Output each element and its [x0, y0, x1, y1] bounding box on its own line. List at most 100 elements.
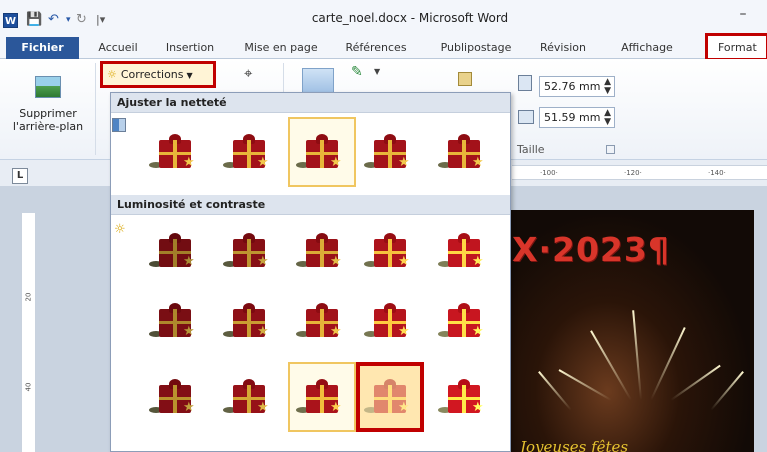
brightness-contrast-option[interactable]: ★	[288, 362, 356, 432]
brightness-contrast-option[interactable]: ★	[356, 286, 424, 356]
brightness-contrast-option[interactable]: ★	[215, 362, 283, 432]
remove-background-button[interactable]: Supprimer l'arrière-plan	[4, 107, 92, 133]
undo-dropdown-icon[interactable]: ▾	[66, 12, 71, 28]
brightness-contrast-option[interactable]: ★	[356, 362, 424, 432]
window-title: carte_noel.docx - Microsoft Word	[311, 11, 509, 25]
firework-spark	[670, 364, 721, 401]
brightness-contrast-option[interactable]: ★	[141, 286, 209, 356]
compress-icon[interactable]: ⌖	[244, 64, 252, 82]
remove-background-icon[interactable]	[35, 76, 61, 98]
arrange-icon[interactable]	[458, 72, 472, 86]
tab-selector[interactable]: L	[12, 168, 28, 184]
gift-thumbnail-icon: ★	[438, 132, 490, 172]
ruler-label: ·100·	[540, 169, 558, 177]
corrections-button[interactable]: ☼ Corrections ▼	[104, 65, 193, 84]
minimize-button[interactable]: –	[731, 6, 755, 22]
spinner-icon[interactable]: ▲ ▼	[604, 109, 611, 127]
corrections-label: Corrections	[120, 68, 184, 81]
gift-thumbnail-icon: ★	[364, 301, 416, 341]
ruler-label: ·120·	[624, 169, 642, 177]
gift-thumbnail-icon: ★	[149, 377, 201, 417]
sun-icon: ☼	[114, 222, 126, 237]
sharpness-option[interactable]: ★	[430, 117, 498, 187]
redo-icon[interactable]: ↻	[76, 12, 87, 28]
brightness-contrast-option[interactable]: ★	[215, 286, 283, 356]
brightness-contrast-option[interactable]: ★	[215, 216, 283, 286]
picture-border-icon[interactable]: ✎	[351, 64, 363, 80]
undo-icon[interactable]: ↶	[48, 12, 59, 28]
tab-affichage[interactable]: Affichage	[612, 38, 682, 58]
brightness-contrast-option[interactable]: ★	[430, 216, 498, 286]
gift-thumbnail-icon: ★	[296, 231, 348, 271]
tab-mise-en-page[interactable]: Mise en page	[238, 38, 324, 58]
sharpness-option[interactable]: ★	[141, 117, 209, 187]
brightness-contrast-option[interactable]: ★	[288, 216, 356, 286]
sharpness-header: Ajuster la netteté	[111, 93, 510, 113]
gift-thumbnail-icon: ★	[149, 132, 201, 172]
ruler-label: 20	[24, 292, 33, 302]
size-group-label: Taille	[517, 143, 545, 156]
brightness-contrast-option[interactable]: ★	[141, 216, 209, 286]
sharpness-option[interactable]: ★	[215, 117, 283, 187]
sun-icon: ☼	[107, 68, 117, 81]
horizontal-ruler[interactable]: ·100· ·120· ·140·	[512, 165, 767, 180]
chevron-down-icon[interactable]: ▼	[374, 67, 380, 76]
tab-format[interactable]: Format	[708, 38, 767, 58]
gift-thumbnail-icon: ★	[438, 231, 490, 271]
firework-spark	[558, 369, 612, 401]
customize-icon[interactable]: |▾	[96, 12, 105, 28]
height-icon	[518, 75, 532, 91]
sharpness-icon	[112, 118, 126, 132]
brightness-contrast-option[interactable]: ★	[288, 286, 356, 356]
height-value: 52.76 mm	[544, 80, 601, 93]
gift-thumbnail-icon: ★	[223, 301, 275, 341]
brightness-contrast-option[interactable]: ★	[430, 362, 498, 432]
ruler-label: ·140·	[708, 169, 726, 177]
ribbon-separator	[283, 63, 284, 95]
brightness-contrast-option[interactable]: ★	[141, 362, 209, 432]
tab-revision[interactable]: Révision	[532, 38, 594, 58]
ruler-label: 40	[24, 382, 33, 392]
firework-spark	[710, 371, 744, 411]
gift-thumbnail-icon: ★	[149, 301, 201, 341]
ribbon-separator	[95, 63, 96, 155]
tab-references[interactable]: Références	[336, 38, 416, 58]
firework-spark	[650, 327, 686, 401]
tab-insertion[interactable]: Insertion	[158, 38, 222, 58]
width-input[interactable]: 51.59 mm ▲ ▼	[539, 107, 615, 128]
gift-thumbnail-icon: ★	[223, 132, 275, 172]
sharpness-option[interactable]: ★	[288, 117, 356, 187]
sharpness-option[interactable]: ★	[356, 117, 424, 187]
document-heading: X·2023¶	[512, 230, 670, 269]
tab-accueil[interactable]: Accueil	[88, 38, 148, 58]
gift-thumbnail-icon: ★	[296, 377, 348, 417]
firework-spark	[632, 310, 642, 401]
brightness-contrast-option[interactable]: ★	[356, 216, 424, 286]
firework-spark	[538, 371, 572, 411]
height-input[interactable]: 52.76 mm ▲ ▼	[539, 76, 615, 97]
tab-publipostage[interactable]: Publipostage	[434, 38, 518, 58]
chevron-down-icon: ▼	[186, 71, 193, 80]
gift-thumbnail-icon: ★	[296, 301, 348, 341]
gift-thumbnail-icon: ★	[223, 377, 275, 417]
width-value: 51.59 mm	[544, 111, 601, 124]
document-script-text: Joyeuses fêtes	[520, 438, 629, 452]
spinner-icon[interactable]: ▲ ▼	[604, 78, 611, 96]
gift-thumbnail-icon: ★	[296, 132, 348, 172]
gift-thumbnail-icon: ★	[438, 377, 490, 417]
width-icon	[518, 110, 534, 124]
word-app-icon[interactable]: W	[3, 13, 18, 28]
gift-thumbnail-icon: ★	[438, 301, 490, 341]
gift-thumbnail-icon: ★	[149, 231, 201, 271]
dialog-launcher-icon[interactable]	[606, 145, 615, 154]
brightness-contrast-option[interactable]: ★	[430, 286, 498, 356]
brightness-header: Luminosité et contraste	[111, 195, 510, 215]
gift-thumbnail-icon: ★	[364, 231, 416, 271]
save-icon[interactable]: 💾	[26, 12, 42, 28]
vertical-ruler[interactable]: 20 40	[21, 213, 36, 452]
picture-styles-icon[interactable]	[302, 68, 334, 94]
tab-fichier[interactable]: Fichier	[6, 37, 79, 59]
gift-thumbnail-icon: ★	[364, 377, 416, 417]
gift-thumbnail-icon: ★	[364, 132, 416, 172]
gift-thumbnail-icon: ★	[223, 231, 275, 271]
